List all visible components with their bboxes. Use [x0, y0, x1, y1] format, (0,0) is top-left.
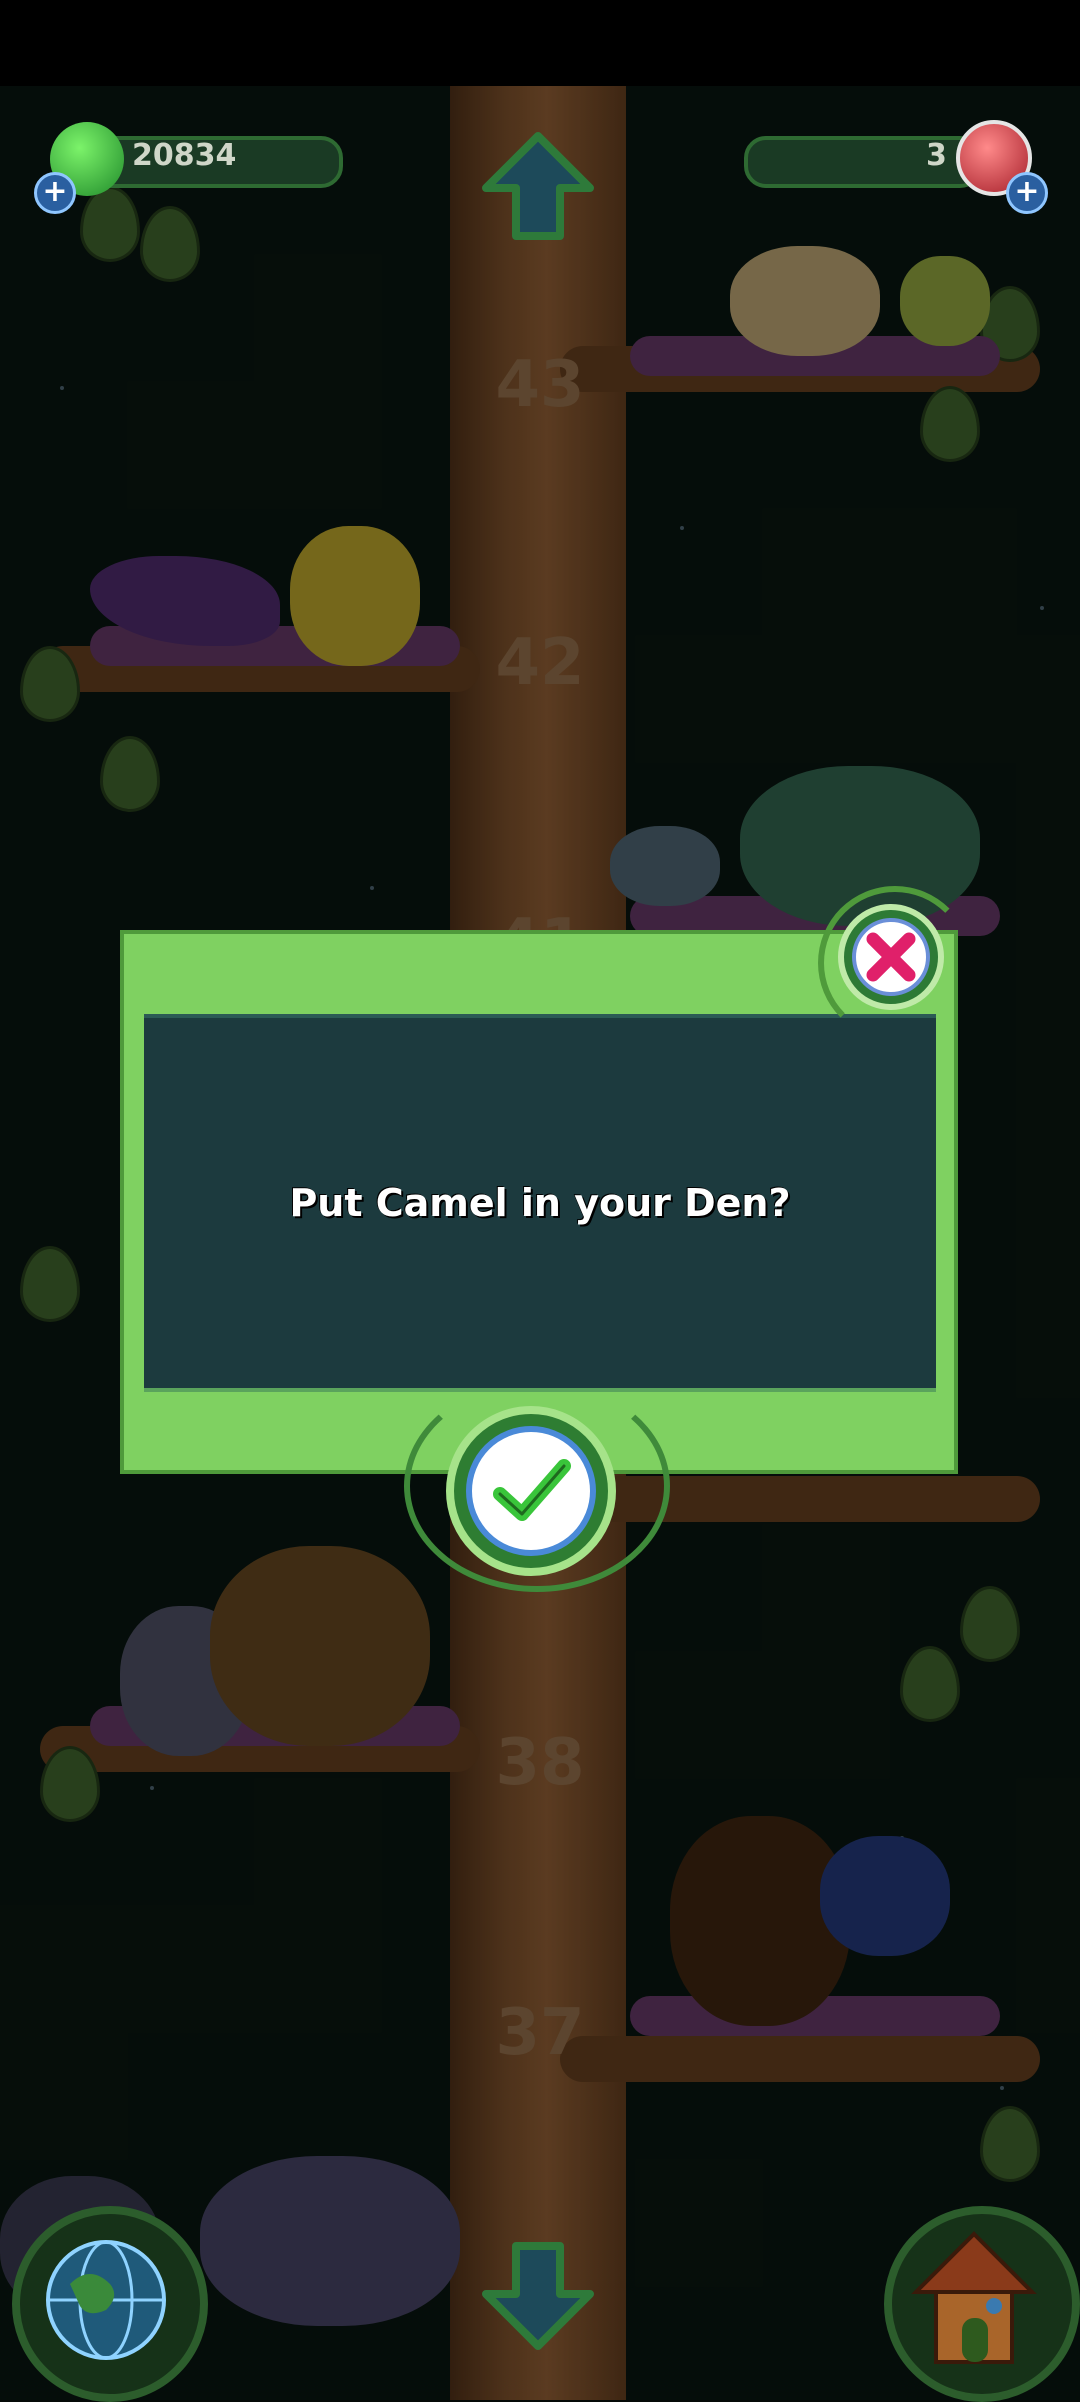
- down-arrow-icon: [482, 2242, 594, 2350]
- up-arrow-icon: [482, 132, 594, 240]
- coin-count: 20834: [132, 138, 237, 173]
- confirm-button[interactable]: [446, 1406, 616, 1576]
- close-button[interactable]: [838, 904, 944, 1010]
- close-x-icon: [866, 932, 916, 982]
- treehouse-icon: [911, 2231, 1037, 2364]
- add-coins-button[interactable]: +: [34, 172, 76, 214]
- add-gems-button[interactable]: +: [1006, 172, 1048, 214]
- dialog-message: Put Camel in your Den?: [289, 1181, 791, 1225]
- globe-icon: [46, 2240, 166, 2360]
- scroll-down-button[interactable]: [478, 2234, 598, 2354]
- den-button[interactable]: [884, 2206, 1080, 2402]
- checkmark-icon: [493, 1459, 571, 1521]
- close-icon-bg: [852, 918, 930, 996]
- confirm-icon-bg: [466, 1426, 596, 1556]
- dialog-message-panel: Put Camel in your Den?: [144, 1014, 936, 1392]
- status-bar: [0, 0, 1080, 86]
- globe-button[interactable]: [12, 2206, 208, 2402]
- scroll-up-button[interactable]: [478, 128, 598, 248]
- gem-count: 3: [926, 138, 947, 173]
